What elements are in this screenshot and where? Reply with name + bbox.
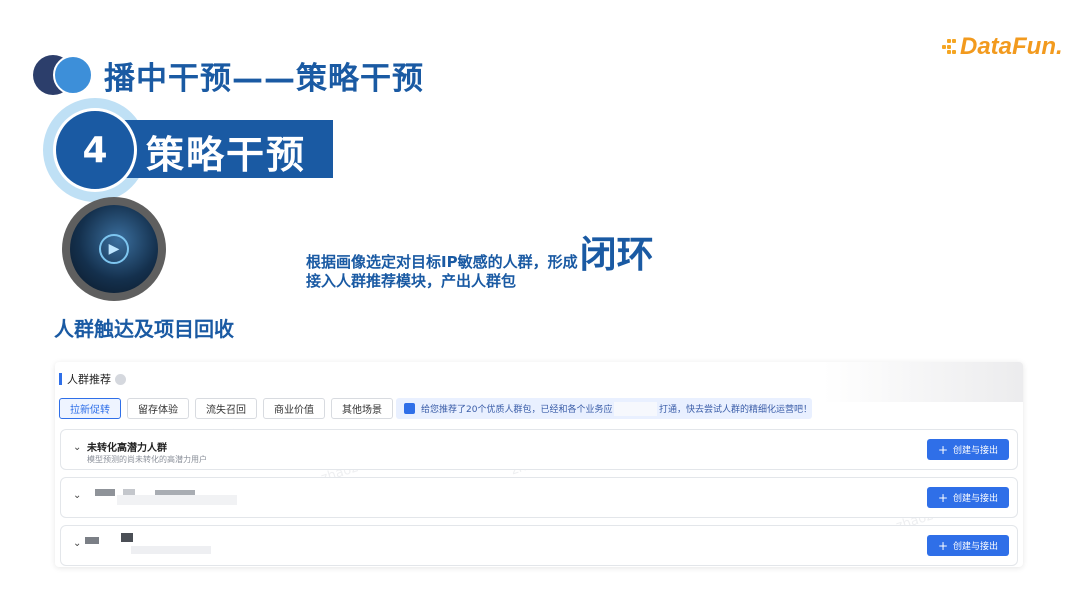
- notice-text-prefix: 给您推荐了20个优质人群包，已经和各个业务应: [421, 405, 613, 415]
- description-emphasis: 闭环: [579, 233, 654, 276]
- tab-churn-recall[interactable]: 流失召回: [195, 398, 257, 419]
- shield-icon: [404, 403, 415, 414]
- chevron-down-icon[interactable]: ⌄: [73, 538, 81, 549]
- play-icon: ▶: [99, 234, 129, 264]
- panel-header: 人群推荐: [59, 371, 126, 387]
- datafun-logo: DataFun.: [942, 30, 1063, 64]
- description-line-1-text: 根据画像选定对目标IP敏感的人群，形成: [306, 253, 578, 271]
- recommend-notice: 给您推荐了20个优质人群包，已经和各个业务应 打通，快去尝试人群的精细化运营吧！: [396, 398, 812, 419]
- crowd-recommend-panel: zhaozeng zhaozeng zhaozeng zhaozeng zhao…: [55, 362, 1023, 567]
- page-title: 播中干预——策略干预: [104, 61, 424, 97]
- tab-retention[interactable]: 留存体验: [127, 398, 189, 419]
- info-icon[interactable]: [115, 373, 126, 385]
- create-and-export-button[interactable]: + 创建与接出: [927, 439, 1009, 460]
- plus-icon: +: [937, 442, 949, 457]
- tab-other-scenes[interactable]: 其他场景: [331, 398, 393, 419]
- logo-dots-icon: [942, 39, 958, 55]
- crowd-row[interactable]: ⌄ 未转化高潜力人群 模型预测的尚未转化的高潜力用户 + 创建与接出: [60, 429, 1018, 470]
- crowd-row[interactable]: ⌄ + 创建与接出: [60, 477, 1018, 518]
- section-label: 人群触达及项目回收: [54, 317, 234, 341]
- step-badge: 4: [53, 108, 137, 192]
- redacted-text: [117, 495, 237, 505]
- create-and-export-button[interactable]: + 创建与接出: [927, 487, 1009, 508]
- chevron-down-icon[interactable]: ⌄: [73, 442, 81, 453]
- redacted-text: [121, 533, 133, 542]
- create-button-label: 创建与接出: [953, 494, 999, 504]
- chevron-down-icon[interactable]: ⌄: [73, 490, 81, 501]
- scene-tabs: 拉新促转 留存体验 流失召回 商业价值 其他场景: [59, 398, 393, 419]
- crowd-row-title: 未转化高潜力人群: [87, 443, 167, 454]
- double-circle-icon: [33, 55, 95, 95]
- redacted-text: [131, 546, 211, 554]
- crowd-row-subtitle: 模型预测的尚未转化的高潜力用户: [87, 455, 207, 464]
- plus-icon: +: [937, 490, 949, 505]
- redacted-text: [95, 489, 115, 496]
- logo-text: DataFun.: [960, 33, 1063, 60]
- create-button-label: 创建与接出: [953, 542, 999, 552]
- description-line-2: 接入人群推荐模块，产出人群包: [306, 272, 517, 290]
- crowd-row[interactable]: ⌄ + 创建与接出: [60, 525, 1018, 566]
- create-and-export-button[interactable]: + 创建与接出: [927, 535, 1009, 556]
- tab-acquisition[interactable]: 拉新促转: [59, 398, 121, 419]
- step-number: 4: [82, 129, 108, 171]
- create-button-label: 创建与接出: [953, 446, 999, 456]
- panel-title: 人群推荐: [67, 373, 111, 386]
- step-title: 策略干预: [146, 133, 307, 177]
- avatar: ▶: [62, 197, 166, 301]
- plus-icon: +: [937, 538, 949, 553]
- tab-business-value[interactable]: 商业价值: [263, 398, 325, 419]
- notice-text-suffix: 打通，快去尝试人群的精细化运营吧！: [658, 405, 812, 415]
- redacted-text: [85, 537, 99, 544]
